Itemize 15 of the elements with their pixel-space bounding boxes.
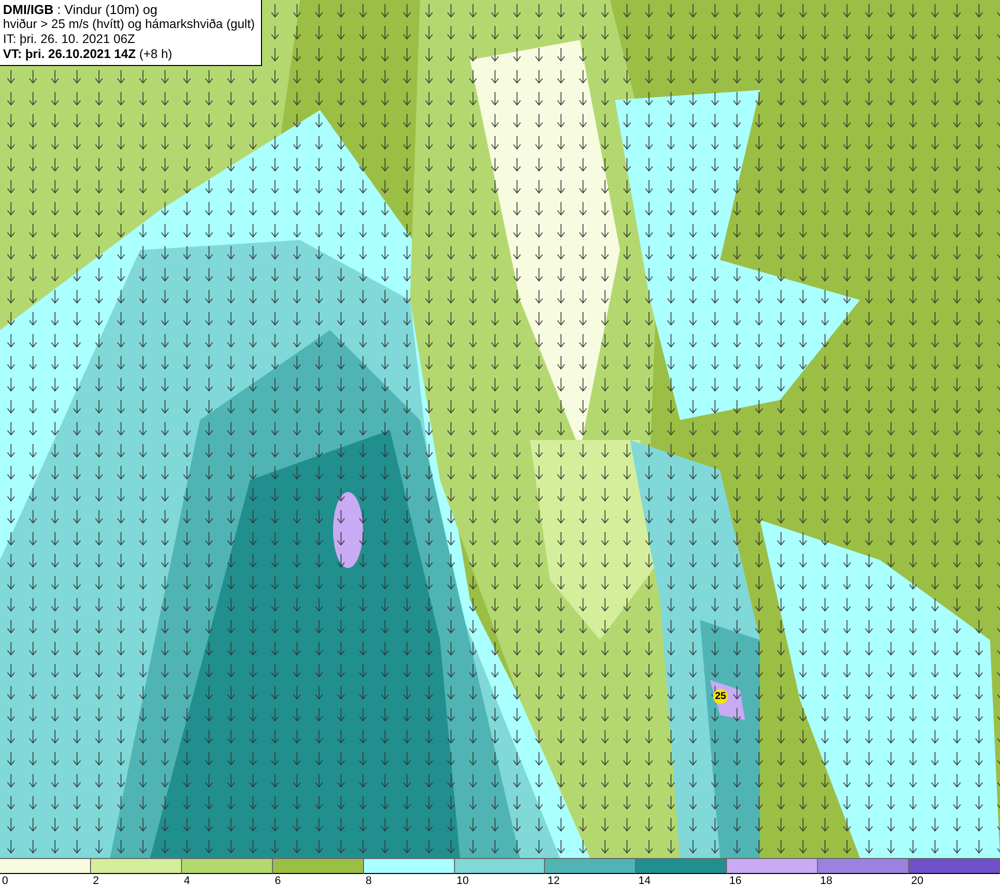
- legend-tick-label: 20: [910, 874, 924, 887]
- title-line: hviður > 25 m/s (hvítt) og hámarkshviða (gult): [3, 17, 255, 32]
- legend-tick-label: 4: [182, 874, 190, 887]
- legend-tick-label: 8: [364, 874, 372, 887]
- legend-tick-label: 16: [728, 874, 742, 887]
- legend-tick-label: 14: [637, 874, 651, 887]
- legend-tick-label: 18: [819, 874, 832, 887]
- legend-tick-label: 6: [274, 874, 281, 887]
- title-line: DMI/IGB : Vindur (10m) og: [3, 2, 158, 17]
- legend-tick-label: 10: [456, 874, 469, 887]
- legend-tick-label: 2: [92, 874, 100, 887]
- legend-tick-label: 12: [546, 874, 560, 887]
- title-line: VT: þri. 26.10.2021 14Z (+8 h): [3, 47, 174, 62]
- title-line: IT: þri. 26. 10. 2021 06Z: [3, 32, 136, 47]
- legend-tick-label: 0: [1, 874, 8, 887]
